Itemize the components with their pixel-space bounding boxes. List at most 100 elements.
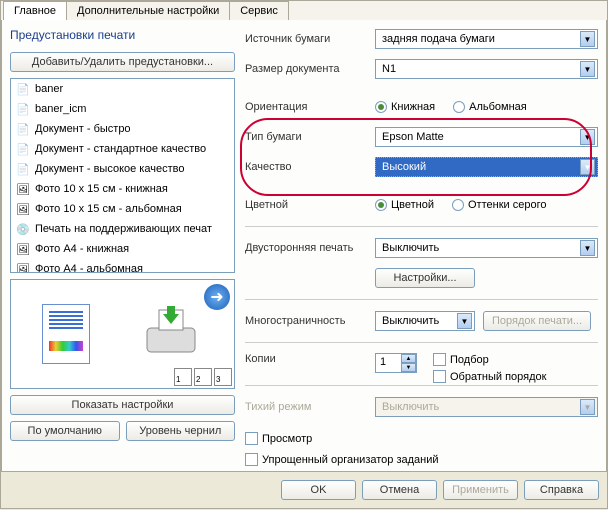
preset-item[interactable]: 📄 Документ - стандартное качество [11,139,234,159]
collate-checkbox[interactable]: Подбор [433,353,546,366]
orientation-portrait-radio[interactable]: Книжная [375,101,435,113]
paper-size-label: Размер документа [245,63,375,75]
arrow-right-icon: ➜ [204,284,230,310]
copies-spinner[interactable]: 1▲▼ [375,353,417,373]
copies-label: Копии [245,353,375,365]
document-icon: 📄 [15,121,31,137]
preset-item[interactable]: 🖼 Фото A4 - книжная [11,239,234,259]
spinner-up-icon[interactable]: ▲ [401,354,416,363]
color-label: Цветной [245,199,375,211]
chevron-down-icon: ▼ [580,240,595,256]
preview-checkbox[interactable]: Просмотр [245,432,598,445]
tab-service[interactable]: Сервис [229,1,289,20]
tab-bar: Главное Дополнительные настройки Сервис [1,1,607,20]
preset-item[interactable]: 📄baner_icm [11,99,234,119]
duplex-label: Двусторонняя печать [245,242,375,254]
quiet-mode-combo: Выключить▼ [375,397,598,417]
print-preview: ➜ 123 [10,279,235,389]
multipage-combo[interactable]: Выключить ▼ [375,311,475,331]
paper-type-combo[interactable]: Epson Matte ▼ [375,127,598,147]
reverse-order-checkbox[interactable]: Обратный порядок [433,370,546,383]
radio-label: Книжная [391,101,435,113]
checkbox-icon [433,353,446,366]
spinner-down-icon[interactable]: ▼ [401,363,416,372]
spinner-value: 1 [376,354,401,372]
orientation-landscape-radio[interactable]: Альбомная [453,101,527,113]
document-icon: 📄 [15,81,31,97]
printer-preview-icon [139,304,203,364]
duplex-settings-button[interactable]: Настройки... [375,268,475,288]
orientation-label: Ориентация [245,101,375,113]
preset-item[interactable]: 📄 Документ - быстро [11,119,234,139]
quiet-mode-label: Тихий режим [245,401,375,413]
combo-value: Выключить [382,315,439,327]
checkbox-label: Обратный порядок [450,371,546,383]
radio-label: Альбомная [469,101,527,113]
preset-label: baner [35,83,63,95]
checkbox-label: Просмотр [262,433,312,445]
preset-label: Фото A4 - альбомная [35,263,143,273]
cancel-button[interactable]: Отмена [362,480,437,500]
preset-label: Фото 10 x 15 см - альбомная [35,203,182,215]
preset-item[interactable]: 📄 Документ - высокое качество [11,159,234,179]
preset-item[interactable]: 🖼 Фото A4 - альбомная [11,259,234,273]
radio-label: Оттенки серого [468,199,546,211]
chevron-down-icon: ▼ [580,129,595,145]
dialog-footer: OK Отмена Применить Справка [1,472,607,508]
paper-size-combo[interactable]: N1▼ [375,59,598,79]
ink-levels-button[interactable]: Уровень чернил [126,421,236,441]
help-button[interactable]: Справка [524,480,599,500]
quality-label: Качество [245,161,375,173]
grayscale-radio[interactable]: Оттенки серого [452,199,546,211]
color-radio[interactable]: Цветной [375,199,434,211]
preset-label: Документ - стандартное качество [35,143,206,155]
quality-combo[interactable]: Высокий ▼ [375,157,598,177]
checkbox-label: Упрощенный организатор заданий [262,454,439,466]
duplex-combo[interactable]: Выключить ▼ [375,238,598,258]
photo-icon: 🖼 [15,261,31,273]
tab-advanced[interactable]: Дополнительные настройки [66,1,230,20]
preset-label: Фото A4 - книжная [35,243,129,255]
chevron-down-icon: ▼ [580,61,595,77]
checkbox-label: Подбор [450,354,489,366]
apply-button: Применить [443,480,518,500]
combo-value: Epson Matte [382,131,444,143]
radio-icon [453,101,465,113]
chevron-down-icon: ▼ [580,31,595,47]
disc-icon: 💿 [15,221,31,237]
photo-icon: 🖼 [15,181,31,197]
combo-value: Выключить [382,401,439,413]
simple-organizer-checkbox[interactable]: Упрощенный организатор заданий [245,453,598,466]
combo-value: Выключить [382,242,439,254]
preset-item[interactable]: 💿Печать на поддерживающих печат [11,219,234,239]
preset-list[interactable]: 📄 baner 📄baner_icm 📄 Документ - быстро 📄 До… [10,78,235,273]
photo-icon: 🖼 [15,241,31,257]
defaults-button[interactable]: По умолчанию [10,421,120,441]
document-icon: 📄 [15,101,31,117]
add-remove-presets-button[interactable]: Добавить/Удалить предустановки... [10,52,235,72]
chevron-down-icon: ▼ [580,159,595,175]
preset-label: Фото 10 x 15 см - книжная [35,183,168,195]
show-settings-button[interactable]: Показать настройки [10,395,235,415]
document-preview-icon [42,304,90,364]
multipage-label: Многостраничность [245,315,375,327]
preset-label: Документ - высокое качество [35,163,184,175]
paper-source-label: Источник бумаги [245,33,375,45]
page-order-button: Порядок печати... [483,311,591,331]
chevron-down-icon: ▼ [457,313,472,329]
checkbox-icon [245,453,258,466]
paper-source-combo[interactable]: задняя подача бумаги ▼ [375,29,598,49]
radio-icon [452,199,464,211]
preset-item[interactable]: 🖼Фото 10 x 15 см - альбомная [11,199,234,219]
combo-value: Высокий [382,161,426,173]
preset-item[interactable]: 📄 baner [11,79,234,99]
radio-label: Цветной [391,199,434,211]
tab-main[interactable]: Главное [3,1,67,20]
preset-label: Документ - быстро [35,123,131,135]
ok-button[interactable]: OK [281,480,356,500]
document-icon: 📄 [15,161,31,177]
checkbox-icon [245,432,258,445]
combo-value: задняя подача бумаги [382,33,495,45]
document-icon: 📄 [15,141,31,157]
preset-item[interactable]: 🖼 Фото 10 x 15 см - книжная [11,179,234,199]
